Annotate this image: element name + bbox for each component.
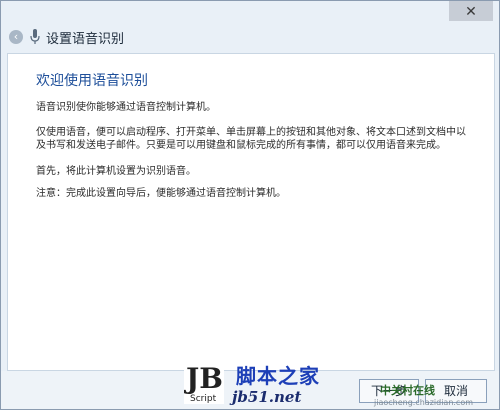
intro-paragraph: 语音识别使你能够通过语音控制计算机。: [36, 102, 216, 113]
features-paragraph: 仅使用语音，便可以启动程序、打开菜单、单击屏幕上的按钮和其他对象、将文本口述到文…: [36, 127, 466, 151]
watermark-site: jb51.net: [232, 388, 302, 406]
setup-window: ✕ ‹ 设置语音识别 欢迎使用语音识别 语音识别使你能够通过语音控制计算机。 仅…: [0, 0, 500, 410]
first-step-paragraph: 首先，将此计算机设置为识别语音。: [36, 166, 196, 177]
watermark-right-text: 中关村在线: [380, 384, 435, 397]
title-bar: ‹ 设置语音识别: [1, 25, 499, 49]
note-paragraph: 注意：完成此设置向导后，便能够通过语音控制计算机。: [36, 188, 286, 199]
content-panel: 欢迎使用语音识别 语音识别使你能够通过语音控制计算机。 仅使用语音，便可以启动程…: [7, 53, 495, 371]
back-arrow-icon: ‹: [13, 30, 19, 43]
close-button[interactable]: ✕: [449, 1, 493, 21]
microphone-icon: [30, 29, 40, 44]
watermark-url: jiaocheng.chazidian.com: [374, 398, 474, 407]
watermark-brand: 脚本之家: [236, 364, 320, 388]
svg-text:Script: Script: [190, 394, 217, 404]
window-title: 设置语音识别: [46, 31, 125, 47]
back-button[interactable]: ‹: [9, 30, 23, 44]
close-icon: ✕: [465, 2, 477, 19]
watermark-logo: JB Script: [184, 358, 224, 404]
svg-text:JB: JB: [184, 362, 223, 395]
welcome-heading: 欢迎使用语音识别: [36, 73, 148, 89]
